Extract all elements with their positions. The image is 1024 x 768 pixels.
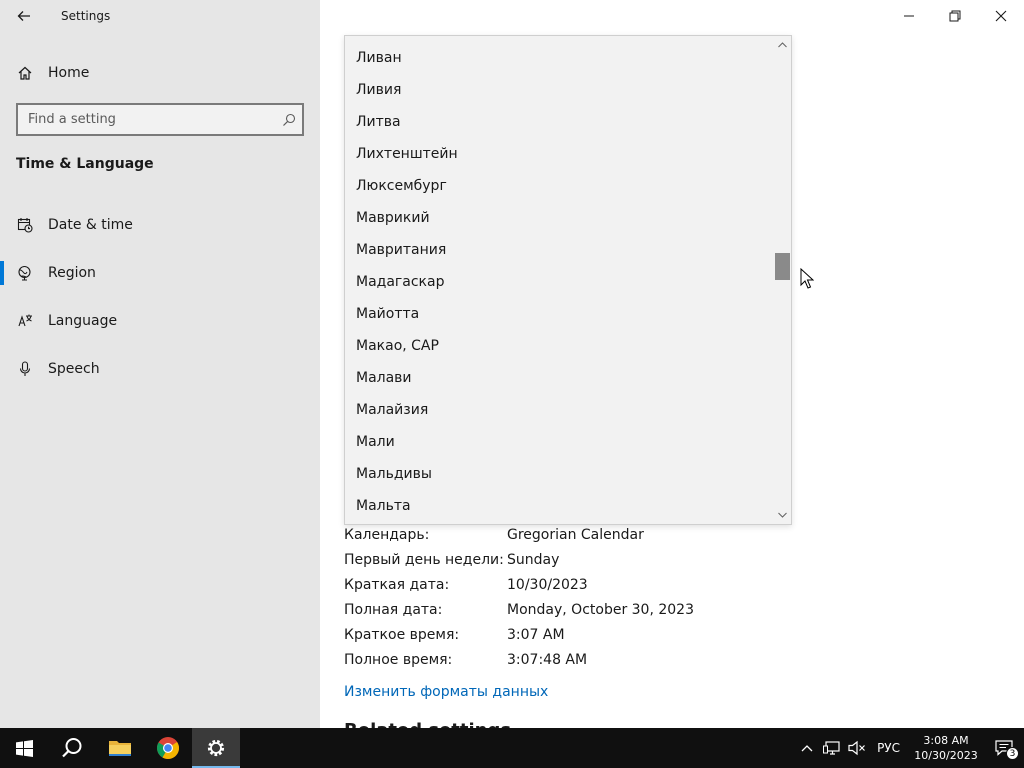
scroll-thumb[interactable]	[775, 253, 790, 280]
sidebar-item-label: Speech	[48, 361, 100, 377]
dropdown-option[interactable]: Лихтенштейн	[345, 138, 775, 170]
restore-icon	[949, 10, 961, 22]
restore-button[interactable]	[932, 0, 978, 32]
change-data-formats-link[interactable]: Изменить форматы данных	[344, 684, 548, 700]
home-icon	[16, 64, 34, 82]
format-row: Краткое время: 3:07 AM	[344, 622, 804, 647]
format-value: Monday, October 30, 2023	[507, 601, 694, 618]
date-time-icon	[16, 216, 34, 234]
dropdown-option[interactable]: Мадагаскар	[345, 266, 775, 298]
start-button[interactable]	[0, 728, 48, 768]
dropdown-option[interactable]: Люксембург	[345, 170, 775, 202]
format-value: Sunday	[507, 551, 560, 568]
sidebar-item-label: Date & time	[48, 217, 133, 233]
dropdown-option[interactable]: Маврикий	[345, 202, 775, 234]
window-controls	[886, 0, 1024, 32]
region-globe-icon	[16, 264, 34, 282]
taskbar: РУС 3:08 AM 10/30/2023 3	[0, 728, 1024, 768]
network-button[interactable]	[819, 728, 845, 768]
dropdown-option[interactable]: Макао, САР	[345, 330, 775, 362]
show-hidden-icons-button[interactable]	[795, 728, 819, 768]
section-title: Time & Language	[16, 156, 154, 172]
sidebar-item-label: Language	[48, 313, 118, 329]
format-value: 3:07 AM	[507, 626, 565, 643]
close-button[interactable]	[978, 0, 1024, 32]
dropdown-option[interactable]: Ливия	[345, 74, 775, 106]
dropdown-option[interactable]: Литва	[345, 106, 775, 138]
back-button[interactable]	[0, 0, 48, 32]
dropdown-options: Ливан Ливия Литва Лихтенштейн Люксембург Мавр…	[345, 42, 775, 522]
search-input[interactable]	[28, 112, 276, 127]
format-label: Календарь:	[344, 526, 430, 543]
gear-icon	[207, 739, 225, 757]
titlebar-left: Settings	[0, 0, 320, 32]
search-box[interactable]	[16, 103, 304, 136]
home-nav-item[interactable]: Home	[0, 57, 320, 89]
dropdown-option[interactable]: Ливан	[345, 42, 775, 74]
folder-icon	[109, 741, 131, 756]
format-label: Полное время:	[344, 651, 453, 668]
sidebar: Settings Home Time & Language Date & tim…	[0, 0, 320, 728]
network-icon	[823, 741, 840, 755]
language-icon	[16, 312, 34, 330]
sidebar-item-date-time[interactable]: Date & time	[0, 205, 320, 245]
scroll-up-button[interactable]	[774, 38, 791, 52]
close-icon	[995, 10, 1007, 22]
related-settings-heading: Related settings	[344, 720, 511, 728]
scroll-down-button[interactable]	[774, 508, 791, 522]
input-language-indicator[interactable]: РУС	[869, 728, 908, 768]
sidebar-item-label: Region	[48, 265, 96, 281]
dropdown-scrollbar[interactable]	[774, 36, 791, 524]
dropdown-option[interactable]: Малави	[345, 362, 775, 394]
search-icon[interactable]	[276, 107, 302, 133]
dropdown-option[interactable]: Мавритания	[345, 234, 775, 266]
sidebar-item-language[interactable]: Language	[0, 301, 320, 341]
settings-taskbar-button[interactable]	[192, 728, 240, 768]
dropdown-option[interactable]: Мальдивы	[345, 458, 775, 490]
format-label: Краткая дата:	[344, 576, 450, 593]
dropdown-option[interactable]: Мальта	[345, 490, 775, 522]
format-row: Календарь: Gregorian Calendar	[344, 522, 804, 547]
windows-logo-icon	[15, 739, 33, 757]
format-value: Gregorian Calendar	[507, 526, 644, 543]
chevron-down-icon	[778, 512, 787, 518]
format-row: Полное время: 3:07:48 AM	[344, 647, 804, 672]
back-arrow-icon	[17, 11, 30, 21]
system-tray: РУС 3:08 AM 10/30/2023 3	[795, 728, 1024, 768]
action-center-button[interactable]: 3	[984, 728, 1024, 768]
clock-time: 3:08 AM	[923, 734, 969, 747]
chrome-icon	[157, 737, 179, 759]
format-value: 3:07:48 AM	[507, 651, 588, 668]
home-label: Home	[48, 65, 90, 81]
clock-date: 10/30/2023	[914, 749, 978, 762]
minimize-icon	[904, 15, 914, 17]
sidebar-item-region[interactable]: Region	[0, 253, 320, 293]
taskbar-clock[interactable]: 3:08 AM 10/30/2023	[908, 728, 984, 768]
format-value: 10/30/2023	[507, 576, 588, 593]
format-label: Краткое время:	[344, 626, 460, 643]
sidebar-item-speech[interactable]: Speech	[0, 349, 320, 389]
minimize-button[interactable]	[886, 0, 932, 32]
mouse-cursor-icon	[800, 268, 814, 289]
volume-button[interactable]	[845, 728, 869, 768]
chrome-button[interactable]	[144, 728, 192, 768]
search-icon	[62, 738, 82, 758]
chevron-up-icon	[778, 42, 787, 48]
country-dropdown-list[interactable]: Ливан Ливия Литва Лихтенштейн Люксембург Мавр…	[344, 35, 792, 525]
format-row: Первый день недели: Sunday	[344, 547, 804, 572]
format-label: Полная дата:	[344, 601, 443, 618]
dropdown-option[interactable]: Малайзия	[345, 394, 775, 426]
format-label: Первый день недели:	[344, 551, 504, 568]
app-title: Settings	[61, 9, 111, 23]
notification-count-badge: 3	[1006, 747, 1019, 760]
dropdown-option[interactable]: Майотта	[345, 298, 775, 330]
search-taskbar-button[interactable]	[48, 728, 96, 768]
file-explorer-button[interactable]	[96, 728, 144, 768]
chevron-up-icon	[801, 745, 813, 752]
microphone-icon	[16, 360, 34, 378]
dropdown-option[interactable]: Мали	[345, 426, 775, 458]
format-row: Краткая дата: 10/30/2023	[344, 572, 804, 597]
volume-muted-icon	[848, 740, 865, 756]
format-row: Полная дата: Monday, October 30, 2023	[344, 597, 804, 622]
